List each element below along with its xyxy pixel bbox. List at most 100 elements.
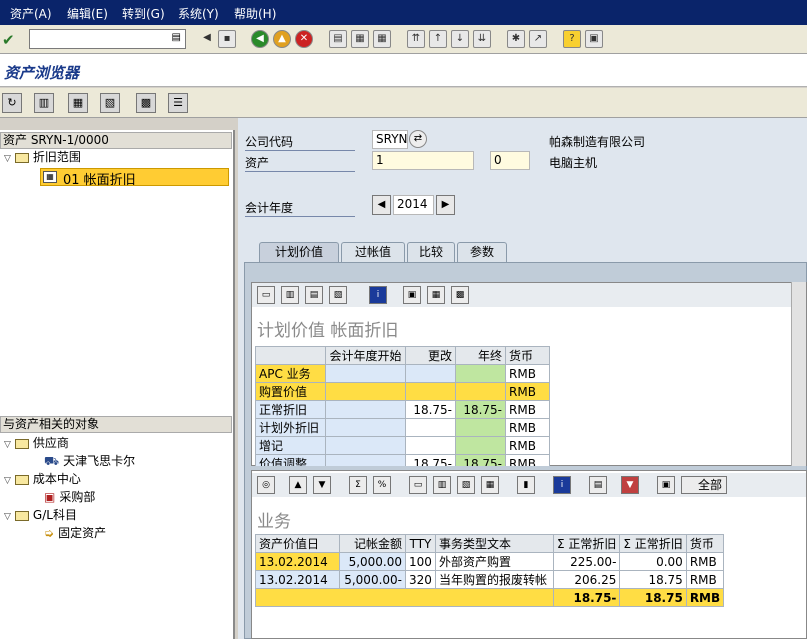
help-icon[interactable]: ? bbox=[563, 30, 581, 48]
find-icon[interactable]: ▦ bbox=[351, 30, 369, 48]
next-page-icon[interactable]: ↓ bbox=[451, 30, 469, 48]
switch-company-icon[interactable]: ⇄ bbox=[409, 130, 427, 148]
cancel-icon[interactable]: ✕ bbox=[295, 30, 313, 48]
all-button[interactable]: 全部 bbox=[681, 476, 727, 494]
spreadsheet-icon[interactable]: ▦ bbox=[481, 476, 499, 494]
table-row[interactable]: 计划外折旧 RMB bbox=[255, 418, 550, 437]
export-icon[interactable]: ▧ bbox=[329, 286, 347, 304]
expand-triangle-icon[interactable]: ▽ bbox=[4, 154, 11, 164]
document-icon[interactable]: ▤ bbox=[589, 476, 607, 494]
expand-triangle-icon[interactable]: ▽ bbox=[4, 512, 11, 522]
column-header[interactable]: 事务类型文本 bbox=[435, 534, 554, 553]
tree-leaf-vendor-item[interactable]: ⛟ 天津飞思卡尔 bbox=[44, 453, 135, 470]
tab-comparison[interactable]: 比较 bbox=[407, 242, 455, 262]
details-icon[interactable]: ◎ bbox=[257, 476, 275, 494]
find-next-icon[interactable]: ▦ bbox=[373, 30, 391, 48]
column-header[interactable] bbox=[255, 346, 326, 365]
fiscal-year-field[interactable]: 2014 bbox=[393, 195, 434, 215]
views-icon[interactable]: ▥ bbox=[433, 476, 451, 494]
column-header[interactable]: 更改 bbox=[405, 346, 456, 365]
sort-ascending-icon[interactable]: ▲ bbox=[289, 476, 307, 494]
settings-icon[interactable]: ▩ bbox=[451, 286, 469, 304]
table-row[interactable]: 增记 RMB bbox=[255, 436, 550, 455]
details-icon[interactable]: ▭ bbox=[257, 286, 275, 304]
last-page-icon[interactable]: ⇊ bbox=[473, 30, 491, 48]
column-header[interactable]: 会计年度开始 bbox=[325, 346, 406, 365]
menu-edit[interactable]: 编辑(E) bbox=[67, 5, 108, 22]
command-field[interactable]: ▤ bbox=[29, 29, 186, 49]
info-icon[interactable]: i bbox=[553, 476, 571, 494]
first-page-icon[interactable]: ⇈ bbox=[407, 30, 425, 48]
table-row[interactable]: 正常折旧 18.75- 18.75- RMB bbox=[255, 400, 550, 419]
tab-posted-values[interactable]: 过帐值 bbox=[341, 242, 405, 262]
row-label[interactable]: 增记 bbox=[255, 436, 326, 455]
row-label[interactable]: 价值调整 bbox=[255, 454, 326, 466]
sum-icon[interactable]: Σ bbox=[349, 476, 367, 494]
expand-icon[interactable]: ▣ bbox=[657, 476, 675, 494]
layout-icon[interactable]: ▣ bbox=[403, 286, 421, 304]
row-label[interactable]: APC 业务 bbox=[255, 364, 326, 383]
column-header[interactable]: 记帐金额 bbox=[339, 534, 406, 553]
graphic-icon[interactable]: ▮ bbox=[517, 476, 535, 494]
table-row[interactable]: 价值调整 18.75- 18.75- RMB bbox=[255, 454, 550, 466]
next-year-icon[interactable]: ▶ bbox=[436, 195, 455, 215]
previous-page-icon[interactable]: ↑ bbox=[429, 30, 447, 48]
row-label[interactable]: 正常折旧 bbox=[255, 400, 326, 419]
save-icon[interactable]: ▪ bbox=[218, 30, 236, 48]
table-row[interactable]: 13.02.2014 5,000.00 100 外部资产购置 225.00- 0… bbox=[255, 552, 725, 571]
tree-node-gl-account[interactable]: ▽ G/L科目 bbox=[4, 507, 77, 526]
exit-icon[interactable]: ▲ bbox=[273, 30, 291, 48]
tree-leaf-cost-center-item[interactable]: ▣ 采购部 bbox=[44, 489, 95, 506]
subtotal-icon[interactable]: % bbox=[373, 476, 391, 494]
column-header[interactable]: Σ 正常折旧 bbox=[619, 534, 687, 553]
dropdown-icon[interactable]: ▤ bbox=[172, 32, 181, 43]
tree-node-book-depreciation-selected[interactable]: ▦ 01 帐面折旧 bbox=[40, 168, 229, 188]
copy-icon[interactable]: ▤ bbox=[305, 286, 323, 304]
tree-node-vendor[interactable]: ▽ 供应商 bbox=[4, 435, 69, 454]
tree-node-cost-center[interactable]: ▽ 成本中心 bbox=[4, 471, 81, 490]
row-label[interactable]: 计划外折旧 bbox=[255, 418, 326, 437]
column-header[interactable]: 货币 bbox=[685, 534, 725, 553]
cell-date[interactable]: 13.02.2014 bbox=[255, 552, 340, 571]
table-row[interactable]: 购置价值 RMB bbox=[255, 382, 550, 401]
menu-goto[interactable]: 转到(G) bbox=[122, 5, 165, 22]
menu-asset[interactable]: 资产(A) bbox=[10, 5, 52, 22]
row-label[interactable]: 购置价值 bbox=[255, 382, 326, 401]
menu-system[interactable]: 系统(Y) bbox=[178, 5, 219, 22]
expand-triangle-icon[interactable]: ▽ bbox=[4, 440, 11, 450]
layout-menu-icon[interactable]: ▣ bbox=[585, 30, 603, 48]
table-row[interactable]: 13.02.2014 5,000.00- 320 当年购置的报废转帐 206.2… bbox=[255, 570, 725, 589]
tab-parameters[interactable]: 参数 bbox=[457, 242, 507, 262]
print-preview-icon[interactable]: ▭ bbox=[409, 476, 427, 494]
tree-node-depreciation-areas[interactable]: ▽ 折旧范围 bbox=[4, 149, 81, 168]
table-row[interactable]: APC 业务 RMB bbox=[255, 364, 550, 383]
values-icon[interactable]: ▦ bbox=[68, 93, 88, 113]
expand-triangle-icon[interactable]: ▽ bbox=[4, 476, 11, 486]
transactions-icon[interactable]: ▩ bbox=[136, 93, 156, 113]
create-session-icon[interactable]: ✱ bbox=[507, 30, 525, 48]
back-arrow-icon[interactable]: ◀ bbox=[198, 30, 216, 48]
column-header[interactable]: 资产价值日 bbox=[255, 534, 340, 553]
tab-planned-values[interactable]: 计划价值 bbox=[259, 242, 339, 262]
print-icon[interactable]: ▤ bbox=[329, 30, 347, 48]
shortcut-icon[interactable]: ↗ bbox=[529, 30, 547, 48]
column-header[interactable]: 货币 bbox=[505, 346, 550, 365]
back-icon[interactable]: ◀ bbox=[251, 30, 269, 48]
list-icon[interactable]: ☰ bbox=[168, 93, 188, 113]
asset-subnumber-field[interactable]: 0 bbox=[490, 151, 530, 170]
calculator-icon[interactable]: ▦ bbox=[427, 286, 445, 304]
tree-leaf-gl-account-item[interactable]: ➭ 固定资产 bbox=[44, 525, 106, 542]
enter-icon[interactable]: ✔ bbox=[2, 31, 20, 49]
cell-date[interactable]: 13.02.2014 bbox=[255, 570, 340, 589]
column-header[interactable]: TTY bbox=[405, 534, 436, 553]
graphic-icon[interactable]: ▧ bbox=[100, 93, 120, 113]
info-icon[interactable]: i bbox=[369, 286, 387, 304]
display-icon[interactable]: ▥ bbox=[34, 93, 54, 113]
export-icon[interactable]: ▧ bbox=[457, 476, 475, 494]
reverse-icon[interactable]: ▼ bbox=[621, 476, 639, 494]
sort-icon[interactable]: ▥ bbox=[281, 286, 299, 304]
vertical-scrollbar[interactable] bbox=[791, 282, 806, 466]
previous-year-icon[interactable]: ◀ bbox=[372, 195, 391, 215]
refresh-icon[interactable]: ↻ bbox=[2, 93, 22, 113]
column-header[interactable]: Σ 正常折旧 bbox=[552, 534, 621, 553]
